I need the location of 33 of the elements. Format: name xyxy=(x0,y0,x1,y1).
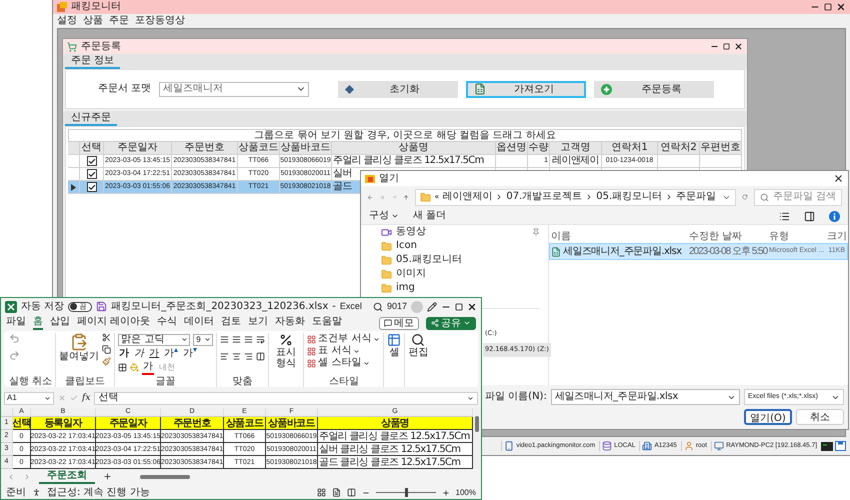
app-name: Excel xyxy=(340,301,362,312)
sheet-cell: 주문번호 xyxy=(172,417,212,429)
status-text: 준비 xyxy=(6,486,26,498)
dialog-title: 열기 xyxy=(379,172,399,184)
group-by-hint: 그룹으로 묶어 보기 원할 경우, 이곳으로 해당 컬럼을 드래그 하세요 xyxy=(68,129,742,142)
sheet-cell: 상품명 xyxy=(380,417,410,429)
table-cell: 주얼리 클리싱 클로즈 12.5x17.5Cm xyxy=(332,155,485,167)
group-label: 클립보드 xyxy=(64,376,106,387)
sheet-cell: 등록일자 xyxy=(43,417,83,429)
field-label: 파일 이름(N): xyxy=(485,391,547,403)
document-title: 패킹모니터_주문조회_20230323_120236.xlsx xyxy=(111,300,328,312)
title-separator: - xyxy=(332,300,336,312)
group-label: 맞춤 xyxy=(232,376,254,387)
sheet-cell: 골드 클리싱 클로즈 12.5x17.5Cm xyxy=(318,456,462,468)
sheet-cell: 실버 클리싱 클로즈 12.5x17.5Cm xyxy=(318,443,462,455)
table-cell: 레이앤제이 xyxy=(551,155,600,167)
window-title: 패킹모니터 xyxy=(71,1,121,13)
window-title: 주문등록 xyxy=(81,40,121,52)
sheet-cell: 주문일자 xyxy=(108,417,148,429)
group-label: 스타일 xyxy=(328,376,360,387)
zoom-level: 100% xyxy=(456,488,476,498)
group-label: 글꼴 xyxy=(154,376,177,387)
table-cell: 실버 xyxy=(332,168,353,180)
user-id: 9017 xyxy=(386,301,407,312)
field-label: 주문서 포맷 xyxy=(98,83,152,95)
autosave-label: 자동 저장 xyxy=(21,300,64,312)
sheet-cell: 주얼리 클리싱 클로즈 12.5x17.5Cm xyxy=(318,430,471,442)
sheet-cell: 상품코드 xyxy=(224,417,264,429)
file-date: 2023-03-08 오후 5:50 xyxy=(689,246,768,258)
group-label: 실행 취소 xyxy=(9,376,52,387)
table-cell: 골드 xyxy=(332,181,353,193)
sheet-cell: 상품바코드 xyxy=(267,417,316,429)
file-name: 세일즈매니저_주문파일.xlsx xyxy=(563,246,682,258)
